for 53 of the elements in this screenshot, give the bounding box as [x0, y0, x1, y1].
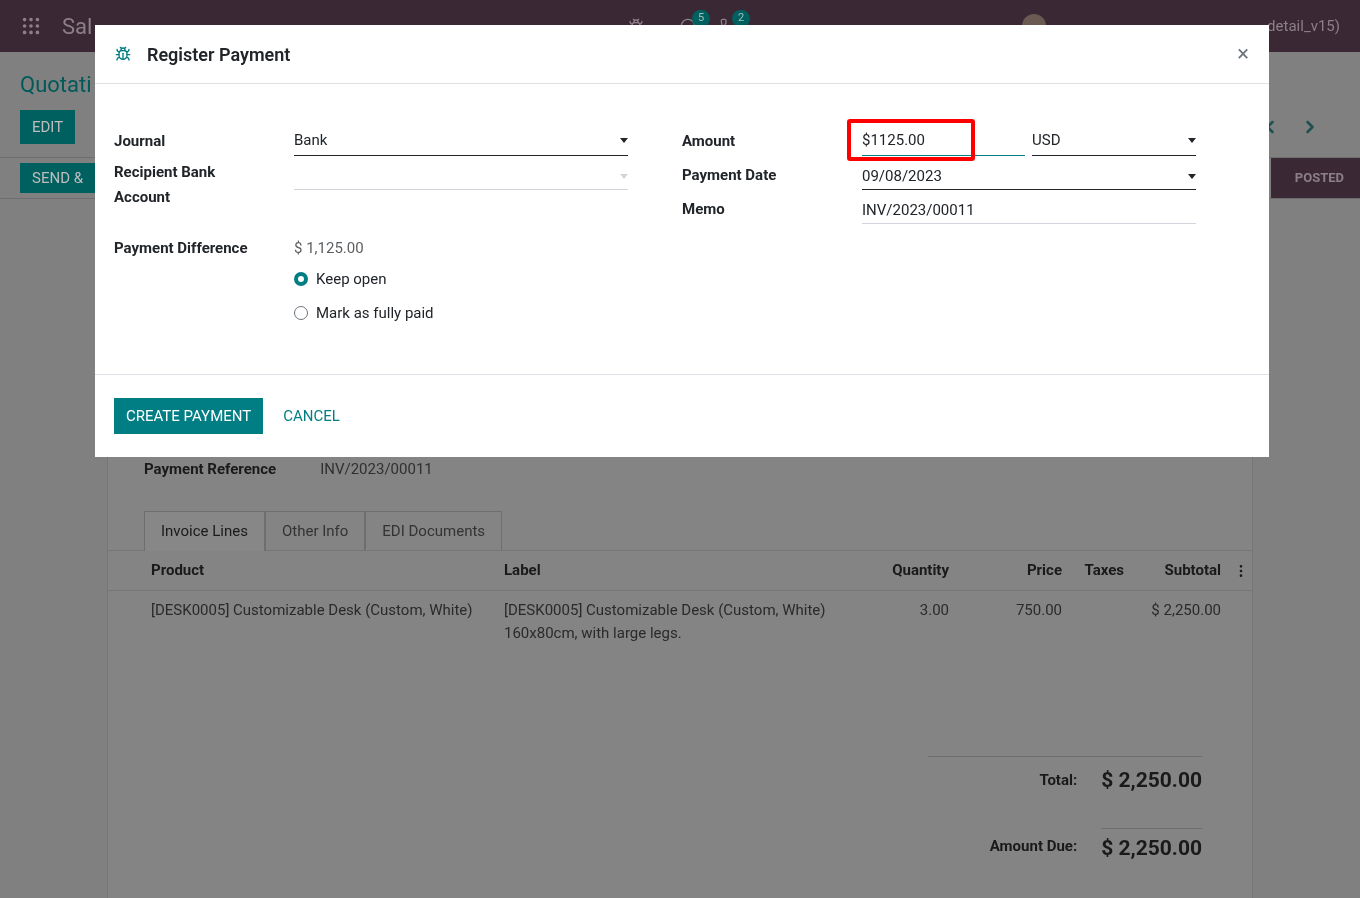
table-cell-text: 750.00 — [1014, 599, 1062, 621]
field-label: Payment Difference — [114, 238, 249, 259]
field-label: Payment Reference — [144, 459, 277, 480]
caret-icon — [1188, 138, 1196, 143]
column-header[interactable]: Taxes — [1062, 559, 1124, 582]
field-label: Payment Date — [682, 165, 778, 186]
table-cell-text: [DESK0005] Customizable Desk (Custom, White) — [151, 599, 474, 621]
amount-due-label: Amount Due: — [989, 836, 1078, 857]
radio-option[interactable]: Keep open — [294, 267, 628, 290]
table-cell-text: 3.00 — [918, 599, 949, 621]
tab[interactable]: Invoice Lines — [144, 510, 265, 551]
date-select[interactable]: 09/08/2023 — [862, 164, 1196, 190]
user-name[interactable]: detail_v15) — [1267, 14, 1340, 38]
field-label: Journal — [114, 131, 167, 152]
journal-select[interactable]: Bank — [294, 126, 628, 156]
column-header[interactable]: Label — [504, 559, 879, 582]
radio-icon[interactable] — [294, 271, 308, 286]
send-button[interactable]: SEND & — [20, 163, 96, 193]
radio-option[interactable]: Mark as fully paid — [294, 302, 628, 325]
tab[interactable]: EDI Documents — [365, 510, 503, 550]
caret-icon — [620, 138, 628, 143]
field-label: Recipient Bank Account — [114, 162, 217, 208]
radio-icon[interactable] — [294, 306, 308, 321]
field-label: Amount — [682, 131, 737, 152]
column-header[interactable]: Price — [949, 559, 1062, 582]
memo-input[interactable]: INV/2023/00011 — [862, 198, 1196, 224]
count-badge: 2 — [732, 10, 751, 27]
column-header[interactable]: Product — [151, 559, 504, 582]
apps-menu-icon[interactable] — [20, 15, 42, 37]
total-amount: $ 2,250.00 — [1101, 766, 1202, 794]
tab[interactable]: Other Info — [264, 510, 366, 550]
table-cell-text: [DESK0005] Customizable Desk (Custom, White) 160x80cm, with large legs. — [504, 599, 827, 644]
table-cell-text: $ 2,250.00 — [1150, 599, 1221, 621]
caret-icon — [620, 174, 628, 179]
field-label: Memo — [682, 199, 726, 220]
currency-select[interactable]: USD — [1032, 126, 1196, 156]
edit-button[interactable]: EDIT — [20, 110, 76, 144]
close-button[interactable]: × — [1237, 43, 1249, 65]
amount-input[interactable]: $1125.00 — [862, 126, 1025, 156]
count-badge: 5 — [692, 10, 711, 27]
create-payment-button[interactable]: CREATE PAYMENT — [114, 398, 264, 434]
app-title: Sal — [62, 12, 94, 41]
status-stage[interactable]: POSTED — [1270, 158, 1360, 198]
caret-icon — [1188, 174, 1196, 179]
column-header[interactable]: Quantity — [879, 559, 949, 582]
dialog-title: Register Payment — [147, 42, 291, 67]
total-label: Total: — [1039, 770, 1078, 791]
column-header[interactable]: Subtotal — [1124, 559, 1221, 582]
payment-difference: $ 1,125.00 — [294, 239, 364, 257]
amount-due: $ 2,250.00 — [1101, 828, 1202, 865]
field-value: INV/2023/00011 — [320, 459, 433, 480]
cancel-button[interactable]: CANCEL — [271, 398, 352, 434]
bug-icon — [115, 46, 131, 62]
